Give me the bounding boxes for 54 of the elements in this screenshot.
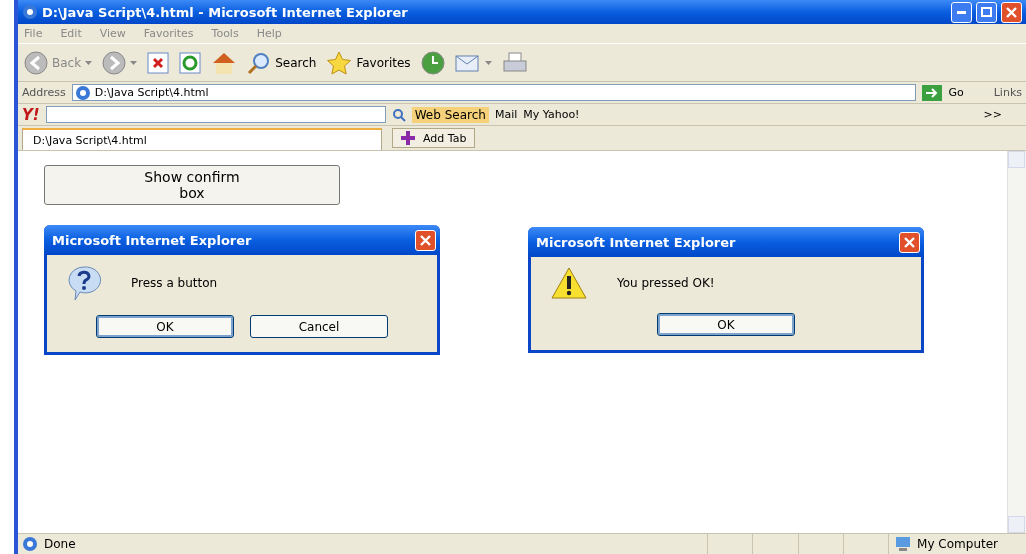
browser-tab[interactable]: D:\Java Script\4.html [22,128,382,150]
web-search-button[interactable]: Web Search [411,106,489,123]
stop-icon[interactable] [147,51,170,74]
search-field[interactable] [45,106,386,123]
scrollbar[interactable] [1007,151,1026,533]
dialog-button[interactable]: OK [96,315,234,338]
dropdown-caret-icon[interactable] [484,60,492,65]
maximize-button[interactable] [976,1,997,23]
address-label: Address [22,86,66,99]
zone-text: My Computer [917,537,999,551]
dialog-close-button[interactable] [899,231,920,253]
toolbar-label[interactable]: Search [275,55,317,70]
dialog-message: Press a button [131,276,218,290]
dialog-button[interactable]: Cancel [250,315,388,338]
my-yahoo-link[interactable]: My Yahoo! [523,108,580,121]
close-icon[interactable] [904,236,915,248]
close-button[interactable] [1001,1,1022,23]
go-button[interactable]: Go [948,86,964,99]
dialog-title: Microsoft Internet Explorer [536,234,737,250]
plus-icon [401,131,415,145]
show-confirm-button[interactable]: Show confirm box [44,165,340,205]
dialog-button[interactable]: OK [657,313,795,336]
add-tab-button[interactable]: Add Tab [392,128,476,148]
toolbar-label[interactable]: Favorites [356,55,411,70]
mail-link[interactable]: Mail [494,108,518,121]
computer-icon [895,536,912,552]
close-icon [1006,6,1017,18]
dropdown-caret-icon[interactable] [130,60,138,65]
refresh-icon[interactable] [179,51,202,74]
dialog-message: You pressed OK! [617,276,715,290]
dialog-close-button[interactable] [415,229,436,251]
more-chevron[interactable]: >> [983,108,1002,121]
printer-icon[interactable] [501,51,528,74]
minimize-icon [957,10,966,14]
yahoo-logo: Y! [22,105,40,124]
address-field[interactable]: D:\Java Script\4.html [71,84,917,101]
close-icon[interactable] [420,234,431,246]
dropdown-caret-icon[interactable] [85,60,93,65]
minimize-button[interactable] [951,1,972,23]
page-icon [74,84,91,101]
status-text: Done [44,537,76,551]
envelope-icon[interactable] [454,52,481,73]
star-icon [326,50,353,75]
magnifier-icon [247,50,272,75]
browser-icon [22,4,38,20]
maximize-icon [981,7,992,17]
search-icon[interactable] [391,107,406,122]
links-label[interactable]: Links [993,86,1022,99]
question-bubble-icon [67,265,101,301]
clock-icon[interactable] [420,50,445,75]
warning-triangle-icon [551,267,587,299]
page-icon [22,536,38,552]
dialog-title: Microsoft Internet Explorer [52,232,253,248]
window-title: D:\Java Script\4.html - Microsoft Internet Explorer [42,4,409,20]
